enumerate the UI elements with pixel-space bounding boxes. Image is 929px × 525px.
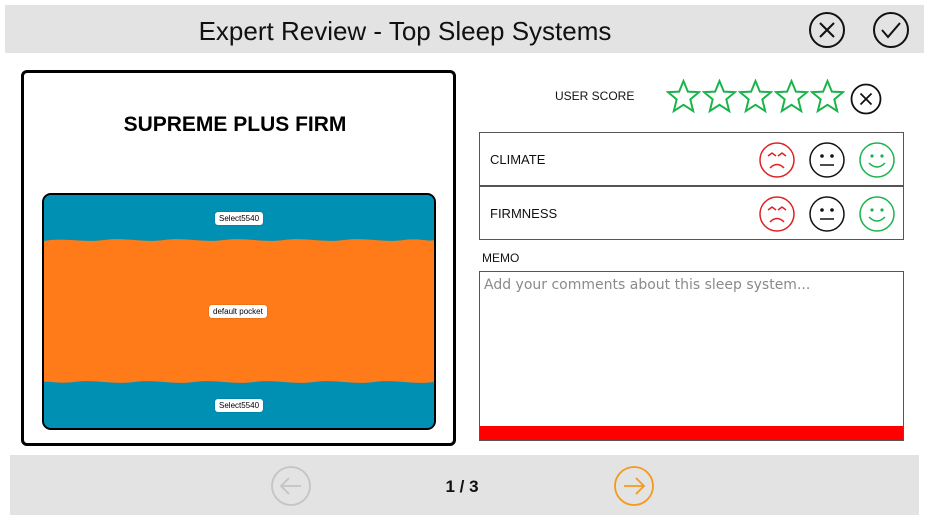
user-score-label: USER SCORE — [555, 89, 635, 103]
star-icon[interactable] — [702, 79, 737, 114]
star-icon[interactable] — [666, 79, 701, 114]
sad-face-icon[interactable] — [758, 195, 796, 233]
star-rating — [666, 79, 845, 115]
layer-tag-bottom[interactable]: Select5540 — [215, 399, 264, 412]
rating-label-firmness: FIRMNESS — [490, 206, 558, 221]
product-card: SUPREME PLUS FIRM Select5540 default poc… — [21, 70, 456, 446]
pagination-bar: 1 / 3 — [10, 455, 919, 515]
neutral-face-icon[interactable] — [808, 195, 846, 233]
rating-label-climate: CLIMATE — [490, 152, 546, 167]
sad-face-icon[interactable] — [758, 141, 796, 179]
check-circle-icon — [873, 12, 909, 48]
next-button[interactable] — [613, 465, 655, 507]
confirm-button[interactable] — [872, 11, 910, 49]
rating-row-firmness: FIRMNESS — [479, 186, 904, 240]
memo-box — [479, 271, 904, 441]
arrow-left-circle-icon — [271, 466, 311, 506]
mattress-diagram: Select5540 default pocket Select5540 — [42, 193, 436, 430]
product-title: SUPREME PLUS FIRM — [123, 113, 347, 136]
neutral-face-icon[interactable] — [808, 141, 846, 179]
clear-score-button[interactable] — [850, 83, 882, 115]
close-circle-icon — [809, 12, 845, 48]
star-icon[interactable] — [810, 79, 845, 114]
close-button[interactable] — [808, 11, 846, 49]
header-bar: Expert Review - Top Sleep Systems — [5, 5, 924, 53]
arrow-right-circle-icon — [614, 466, 654, 506]
star-icon[interactable] — [774, 79, 809, 114]
layer-tag-top[interactable]: Select5540 — [215, 212, 264, 225]
happy-face-icon[interactable] — [858, 141, 896, 179]
happy-face-icon[interactable] — [858, 195, 896, 233]
memo-status-bar — [480, 426, 903, 440]
page-title: Expert Review - Top Sleep Systems — [198, 16, 612, 46]
layer-tag-middle[interactable]: default pocket — [209, 305, 267, 318]
memo-input[interactable] — [480, 272, 903, 426]
star-icon[interactable] — [738, 79, 773, 114]
memo-label: MEMO — [482, 251, 520, 265]
page-indicator: 1 / 3 — [445, 477, 479, 496]
close-circle-icon — [850, 83, 882, 115]
rating-row-climate: CLIMATE — [479, 132, 904, 186]
previous-button[interactable] — [270, 465, 312, 507]
